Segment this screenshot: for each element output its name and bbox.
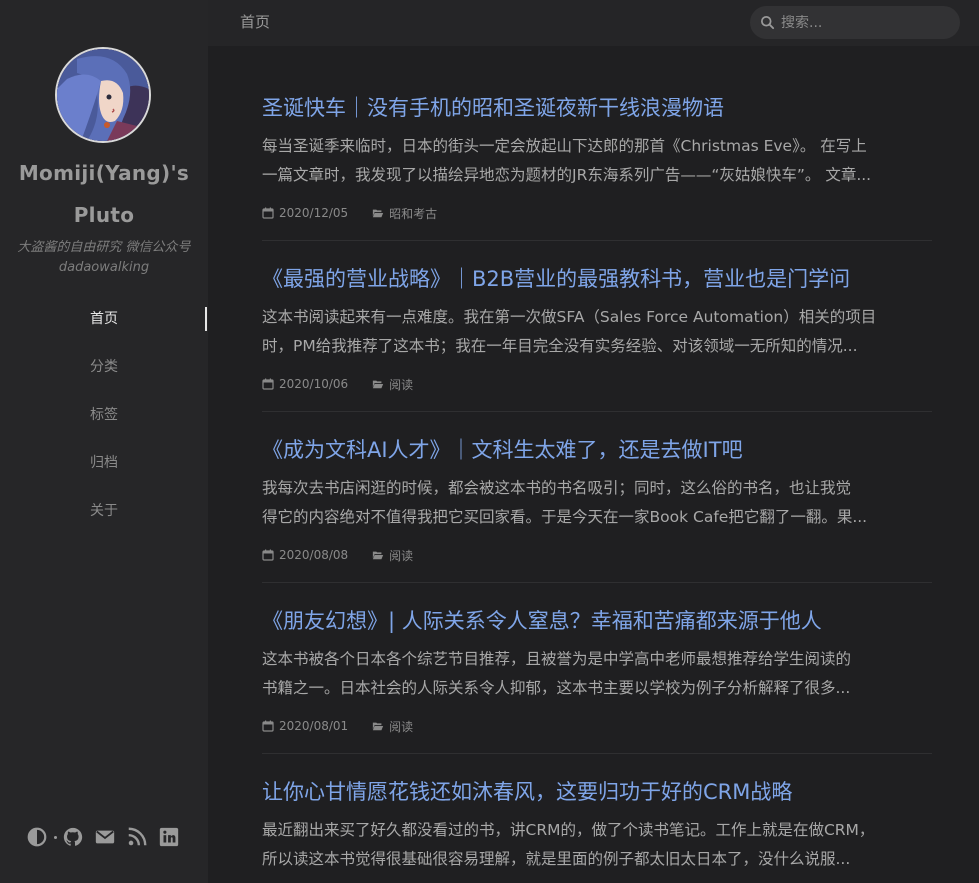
- post-excerpt: 这本书被各个日本各个综艺节目推荐，且被誉为是中学高中老师最想推荐给学生阅读的 书…: [262, 645, 932, 703]
- post-excerpt: 这本书阅读起来有一点难度。我在第一次做SFA（Sales Force Autom…: [262, 303, 932, 361]
- post-excerpt-line: 书籍之一。日本社会的人际关系令人抑郁，这本书主要以学校为例子分析解释了很多...: [262, 679, 851, 697]
- post-excerpt: 每当圣诞季来临时，日本的街头一定会放起山下达郎的那首《Christmas Eve…: [262, 132, 932, 190]
- post-title-link[interactable]: 让你心甘情愿花钱还如沐春风，这要归功于好的CRM战略: [262, 776, 792, 808]
- post-meta: 2020/12/05 昭和考古: [262, 204, 437, 222]
- post-excerpt-line: 一篇文章时，我发现了以描绘异地恋为题材的JR东海系列广告——“灰姑娘快车”。 文…: [262, 166, 872, 184]
- search-box[interactable]: [750, 6, 960, 39]
- post-excerpt-line: 最近翻出来买了好久都没看过的书，讲CRM的，做了个读书笔记。工作上就是在做CRM…: [262, 821, 875, 839]
- sidebar-nav: 首页 分类 标签 归档 关于: [0, 296, 208, 536]
- search-input[interactable]: [781, 14, 951, 31]
- calendar-icon: [262, 378, 274, 390]
- breadcrumb-home[interactable]: 首页: [240, 0, 270, 44]
- post-excerpt-line: 得它的内容绝对不值得我把它买回家看。于是今天在一家Book Cafe把它翻了一翻…: [262, 508, 868, 526]
- post-excerpt-line: 我每次去书店闲逛的时候，都会被这本书的书名吸引；同时，这么俗的书名，也让我觉: [262, 479, 852, 497]
- folder-open-icon: [373, 209, 384, 218]
- post-item: 《朋友幻想》| 人际关系令人窒息？幸福和苦痛都来源于他人 这本书被各个日本各个综…: [262, 583, 932, 754]
- avatar-illustration: [57, 49, 149, 141]
- post-date: 2020/08/01: [279, 719, 349, 733]
- email-icon[interactable]: [94, 826, 116, 848]
- post-item: 让你心甘情愿花钱还如沐春风，这要归功于好的CRM战略 最近翻出来买了好久都没看过…: [262, 754, 932, 883]
- top-bar: 首页: [208, 0, 979, 46]
- post-category-link[interactable]: 阅读: [389, 376, 413, 393]
- nav-item-archives[interactable]: 归档: [0, 440, 208, 488]
- post-date: 2020/10/06: [279, 377, 349, 391]
- linkedin-icon[interactable]: [158, 826, 180, 848]
- rss-icon[interactable]: [126, 826, 148, 848]
- post-meta: 2020/10/06 阅读: [262, 375, 413, 393]
- search-icon: [761, 16, 775, 30]
- github-icon[interactable]: [62, 826, 84, 848]
- post-title-link[interactable]: 圣诞快车｜没有手机的昭和圣诞夜新干线浪漫物语: [262, 92, 724, 124]
- site-description: 大盗酱的自由研究 微信公众号 dadaowalking: [17, 240, 191, 275]
- calendar-icon: [262, 720, 274, 732]
- post-excerpt-line: 这本书被各个日本各个综艺节目推荐，且被誉为是中学高中老师最想推荐给学生阅读的: [262, 650, 852, 668]
- post-category-link[interactable]: 阅读: [389, 547, 413, 564]
- nav-item-tags[interactable]: 标签: [0, 392, 208, 440]
- avatar[interactable]: [55, 47, 151, 143]
- post-excerpt-line: 所以读这本书觉得很基础很容易理解，就是里面的例子都太旧太日本了，没什么说服...: [262, 850, 851, 868]
- folder-open-icon: [373, 380, 384, 389]
- nav-item-home[interactable]: 首页: [0, 296, 208, 344]
- post-title-link[interactable]: 《最强的营业战略》｜B2B营业的最强教科书，营业也是门学问: [262, 263, 850, 295]
- post-date: 2020/12/05: [279, 206, 349, 220]
- post-item: 《成为文科AI人才》｜文科生太难了，还是去做IT吧 我每次去书店闲逛的时候，都会…: [262, 412, 932, 583]
- post-excerpt: 我每次去书店闲逛的时候，都会被这本书的书名吸引；同时，这么俗的书名，也让我觉 得…: [262, 474, 932, 532]
- post-excerpt-line: 每当圣诞季来临时，日本的街头一定会放起山下达郎的那首《Christmas Eve…: [262, 137, 867, 155]
- social-links: [26, 825, 190, 849]
- site-title[interactable]: Momiji(Yang)'s Pluto: [0, 152, 208, 236]
- post-category-link[interactable]: 阅读: [389, 718, 413, 735]
- post-meta: 2020/08/01 阅读: [262, 717, 413, 735]
- post-title-link[interactable]: 《朋友幻想》| 人际关系令人窒息？幸福和苦痛都来源于他人: [262, 605, 822, 637]
- post-date: 2020/08/08: [279, 548, 349, 562]
- theme-toggle-icon[interactable]: [26, 826, 48, 848]
- post-list: 圣诞快车｜没有手机的昭和圣诞夜新干线浪漫物语 每当圣诞季来临时，日本的街头一定会…: [262, 70, 932, 883]
- post-excerpt-line: 时，PM给我推荐了这本书；我在一年目完全没有实务经验、对该领域一无所知的情况..…: [262, 337, 858, 355]
- post-item: 圣诞快车｜没有手机的昭和圣诞夜新干线浪漫物语 每当圣诞季来临时，日本的街头一定会…: [262, 70, 932, 241]
- folder-open-icon: [373, 722, 384, 731]
- folder-open-icon: [373, 551, 384, 560]
- nav-item-categories[interactable]: 分类: [0, 344, 208, 392]
- post-excerpt-line: 这本书阅读起来有一点难度。我在第一次做SFA（Sales Force Autom…: [262, 308, 877, 326]
- post-category-link[interactable]: 昭和考古: [389, 205, 437, 222]
- calendar-icon: [262, 207, 274, 219]
- post-item: 《最强的营业战略》｜B2B营业的最强教科书，营业也是门学问 这本书阅读起来有一点…: [262, 241, 932, 412]
- nav-item-about[interactable]: 关于: [0, 488, 208, 536]
- sidebar: Momiji(Yang)'s Pluto 大盗酱的自由研究 微信公众号 dada…: [0, 0, 208, 883]
- post-excerpt: 最近翻出来买了好久都没看过的书，讲CRM的，做了个读书笔记。工作上就是在做CRM…: [262, 816, 932, 874]
- post-title-link[interactable]: 《成为文科AI人才》｜文科生太难了，还是去做IT吧: [262, 434, 743, 466]
- post-meta: 2020/08/08 阅读: [262, 546, 413, 564]
- separator-dot: [54, 835, 57, 839]
- calendar-icon: [262, 549, 274, 561]
